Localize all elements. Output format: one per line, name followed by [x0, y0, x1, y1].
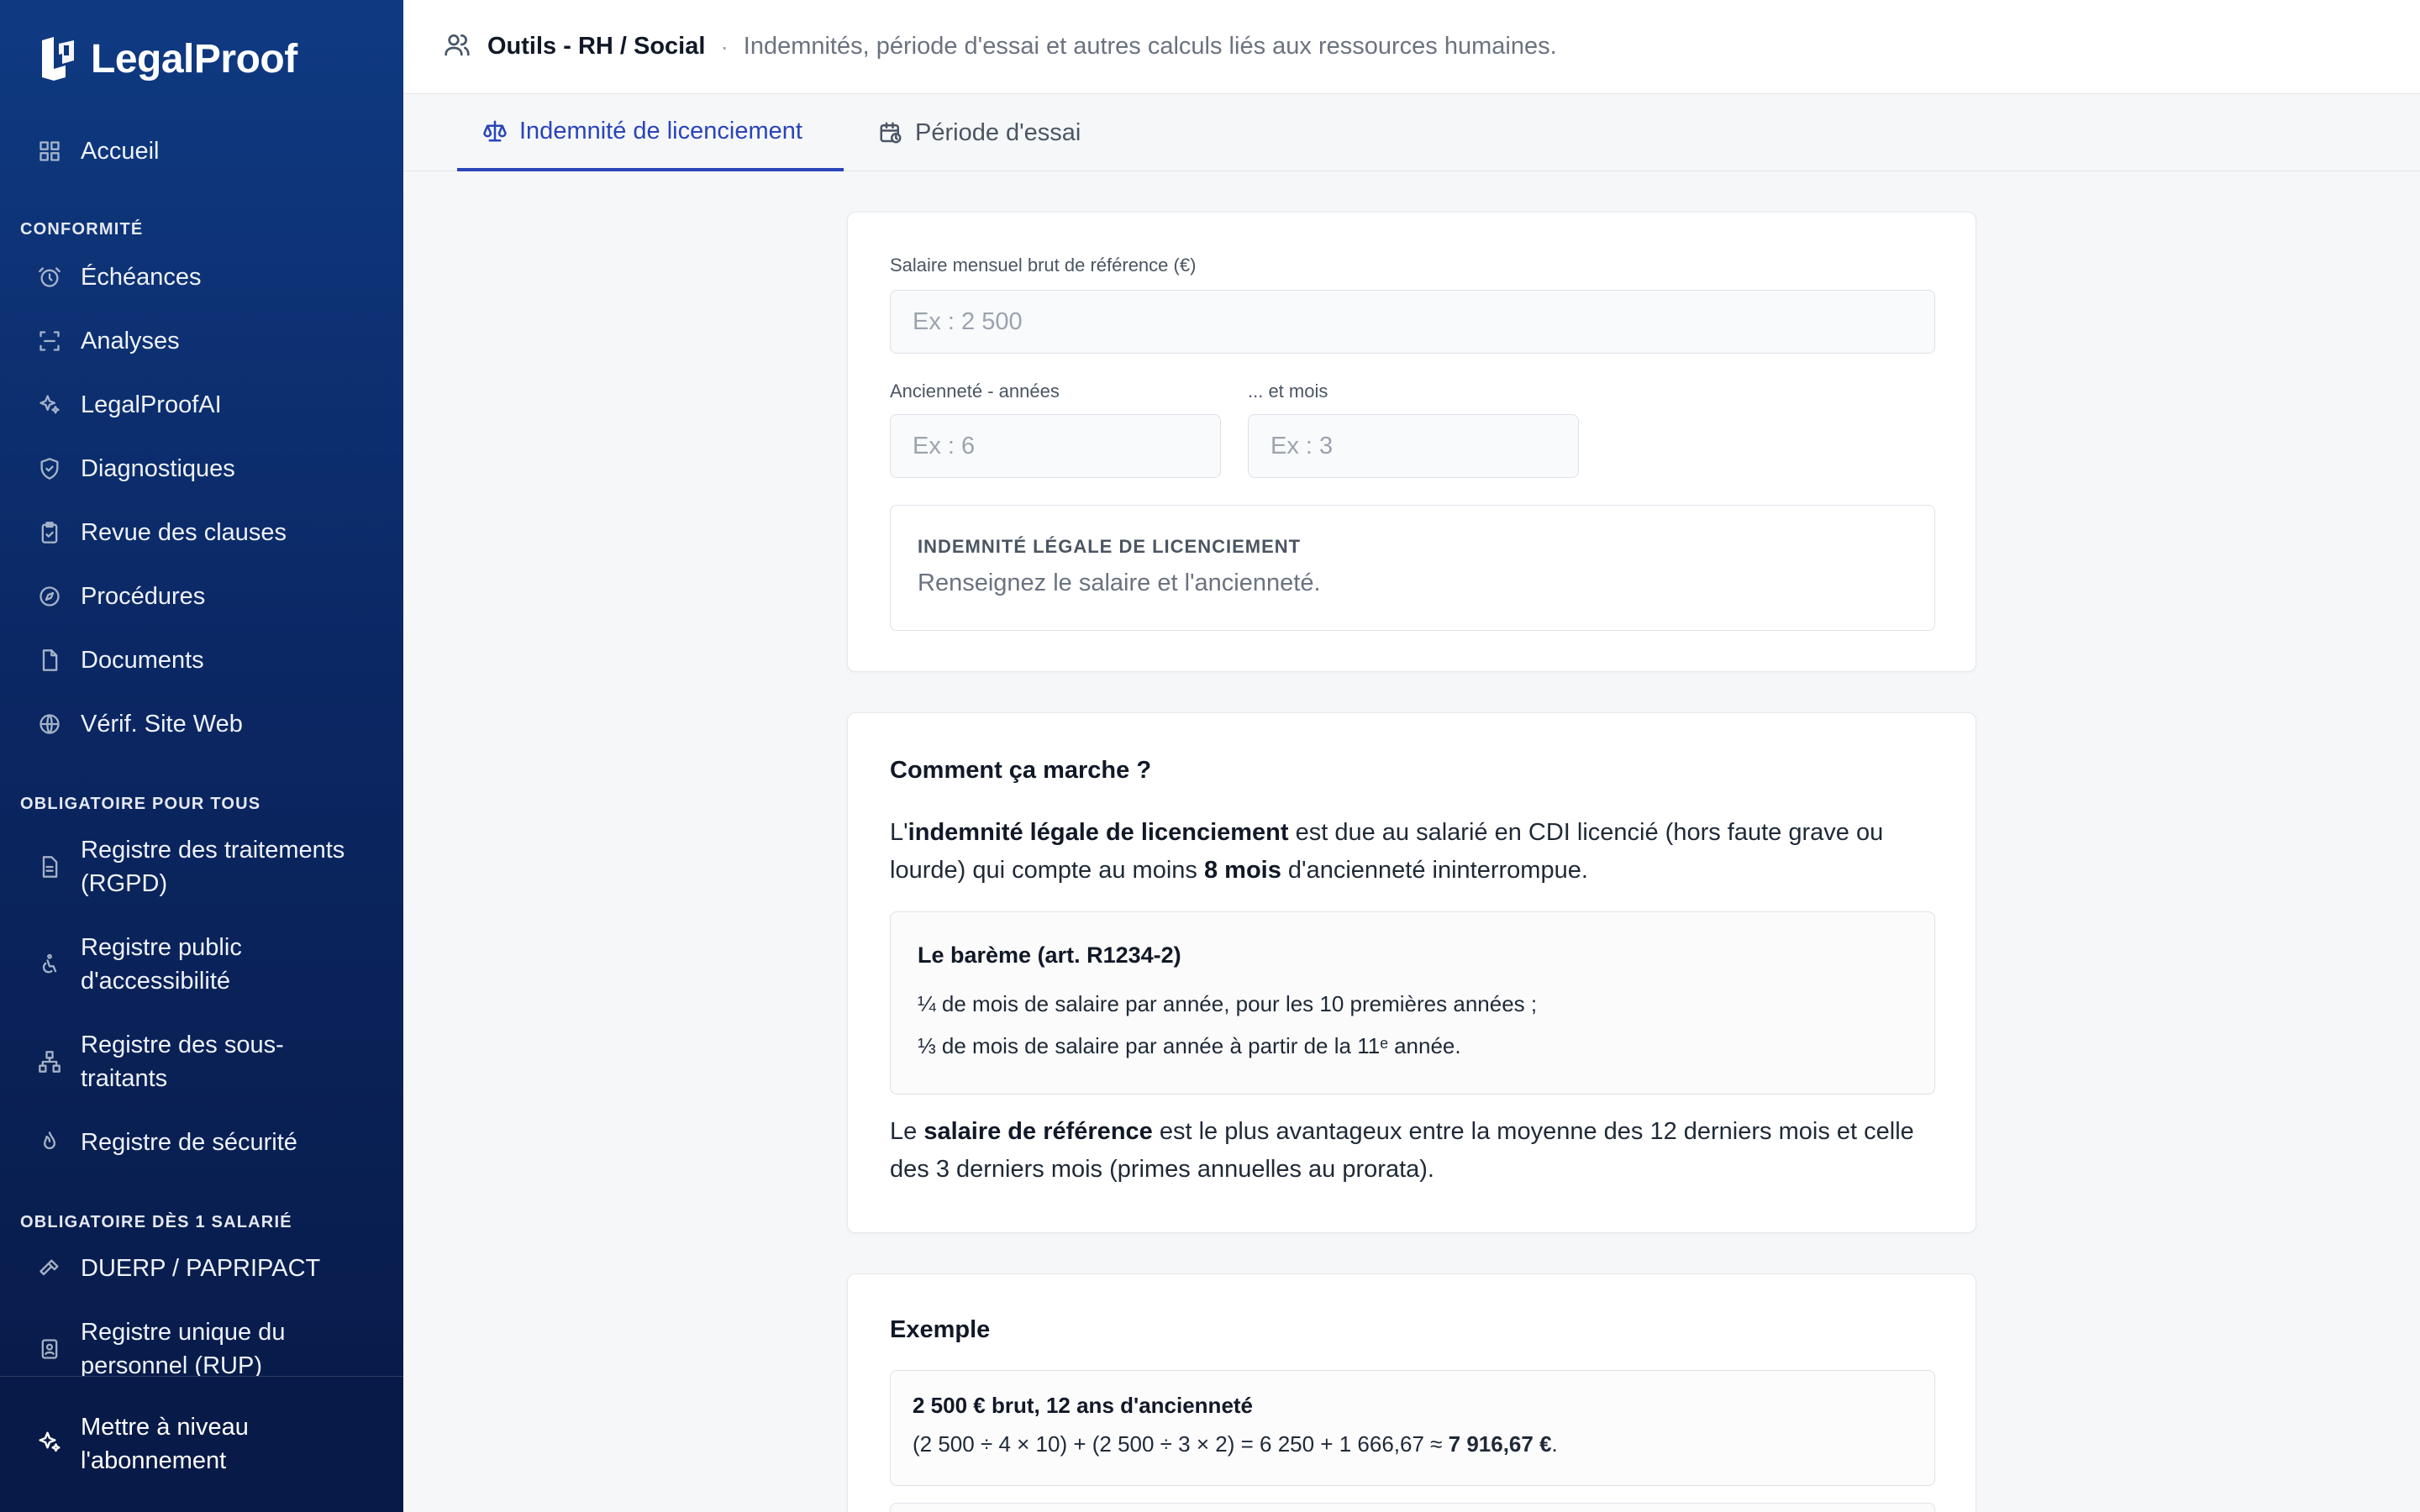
section-obligatoire-pour-tous: OBLIGATOIRE POUR TOUS: [20, 795, 261, 813]
result-box: INDEMNITÉ LÉGALE DE LICENCIEMENT Renseig…: [890, 505, 1935, 631]
sidebar-item-revue-clauses[interactable]: Revue des clauses: [20, 516, 383, 549]
example-box-2: [890, 1503, 1935, 1512]
sidebar-item-rup[interactable]: Registre unique du personnel (RUP): [20, 1315, 383, 1383]
result-message: Renseignez le salaire et l'ancienneté.: [918, 570, 1321, 596]
compass-icon: [37, 584, 62, 609]
salary-input[interactable]: Ex : 2 500: [890, 290, 1935, 354]
sidebar-item-registre-sous-traitants[interactable]: Registre des sous-traitants: [20, 1028, 383, 1095]
file-list-icon: [37, 854, 62, 879]
tab-indemnite-licenciement[interactable]: Indemnité de licenciement: [457, 94, 844, 171]
bareme-box: Le barème (art. R1234-2) ¼ de mois de sa…: [890, 911, 1935, 1095]
sidebar-item-duerp[interactable]: DUERP / PAPRIPACT: [20, 1252, 383, 1285]
page-subtitle: Indemnités, période d'essai et autres ca…: [743, 33, 1557, 60]
hammer-icon: [37, 1256, 62, 1281]
calculator-card: Salaire mensuel brut de référence (€) Ex…: [847, 212, 1976, 672]
sidebar: LegalProof Accueil CONFORMITÉ Échéances …: [0, 0, 403, 1512]
years-label: Ancienneté - années: [890, 381, 1060, 402]
legalproof-logo-icon: [42, 37, 74, 81]
how-paragraph-1: L'indemnité légale de licenciement est d…: [890, 819, 1884, 884]
example-box: 2 500 € brut, 12 ans d'ancienneté (2 500…: [890, 1370, 1935, 1486]
years-input[interactable]: Ex : 6: [890, 414, 1221, 478]
sidebar-item-echeances[interactable]: Échéances: [20, 260, 383, 294]
upgrade-subscription-button[interactable]: Mettre à niveau l'abonnement: [37, 1410, 249, 1478]
sidebar-item-registre-accessibilite[interactable]: Registre public d'accessibilité: [20, 931, 383, 998]
example-formula: (2 500 ÷ 4 × 10) + (2 500 ÷ 3 × 2) = 6 2…: [913, 1431, 1558, 1457]
example-title: Exemple: [890, 1316, 991, 1343]
sidebar-item-procedures[interactable]: Procédures: [20, 580, 383, 613]
section-conformite: CONFORMITÉ: [20, 220, 144, 239]
sidebar-item-verif-site-web[interactable]: Vérif. Site Web: [20, 707, 383, 741]
how-paragraph-2: Le salaire de référence est le plus avan…: [890, 1118, 1914, 1183]
scale-icon: [483, 120, 507, 142]
page-header: Outils - RH / Social · Indemnités, pério…: [403, 0, 2420, 94]
clipboard-check-icon: [37, 520, 62, 545]
flame-icon: [37, 1130, 62, 1155]
sparkles-icon: [37, 392, 62, 417]
result-caption: INDEMNITÉ LÉGALE DE LICENCIEMENT: [918, 536, 1302, 557]
app-name: LegalProof: [91, 36, 297, 81]
example-card: Exemple 2 500 € brut, 12 ans d'anciennet…: [847, 1273, 1976, 1512]
calendar-clock-icon: [880, 122, 902, 144]
how-title: Comment ça marche ?: [890, 757, 1152, 784]
shield-check-icon: [37, 456, 62, 481]
users-icon: [444, 31, 471, 62]
section-obligatoire-des-1-salarie: OBLIGATOIRE DÈS 1 SALARIÉ: [20, 1213, 292, 1231]
header-separator: ·: [720, 33, 729, 60]
sidebar-item-registre-traitements[interactable]: Registre des traitements (RGPD): [20, 833, 383, 900]
file-icon: [37, 648, 62, 673]
sidebar-item-legalproofai[interactable]: LegalProofAI: [20, 388, 383, 422]
network-icon: [37, 1049, 62, 1074]
scan-icon: [37, 328, 62, 354]
alarm-clock-icon: [37, 265, 62, 290]
logo[interactable]: LegalProof: [37, 34, 297, 84]
example-case-title: 2 500 € brut, 12 ans d'ancienneté: [913, 1393, 1254, 1418]
bareme-line-2: ⅓ de mois de salaire par année à partir …: [918, 1033, 1461, 1058]
sidebar-item-analyses[interactable]: Analyses: [20, 324, 383, 358]
sidebar-item-diagnostiques[interactable]: Diagnostiques: [20, 452, 383, 486]
sidebar-item-accueil[interactable]: Accueil: [20, 134, 383, 168]
accessibility-icon: [37, 952, 62, 977]
months-label: ... et mois: [1248, 381, 1328, 402]
sidebar-footer: Mettre à niveau l'abonnement: [0, 1376, 403, 1512]
sparkles-icon: [37, 1430, 62, 1459]
globe-icon: [37, 711, 62, 737]
months-input[interactable]: Ex : 3: [1248, 414, 1579, 478]
page-title: Outils - RH / Social: [487, 33, 706, 60]
salary-label: Salaire mensuel brut de référence (€): [890, 255, 1197, 276]
sidebar-item-documents[interactable]: Documents: [20, 643, 383, 677]
dashboard-icon: [37, 139, 62, 164]
tab-periode-essai[interactable]: Période d'essai: [878, 94, 1081, 171]
bareme-title: Le barème (art. R1234-2): [918, 942, 1181, 968]
tab-bar: Indemnité de licenciement Période d'essa…: [403, 94, 2420, 171]
id-badge-icon: [37, 1336, 62, 1362]
how-it-works-card: Comment ça marche ? L'indemnité légale d…: [847, 712, 1976, 1233]
sidebar-item-registre-securite[interactable]: Registre de sécurité: [20, 1126, 383, 1159]
bareme-line-1: ¼ de mois de salaire par année, pour les…: [918, 991, 1538, 1016]
